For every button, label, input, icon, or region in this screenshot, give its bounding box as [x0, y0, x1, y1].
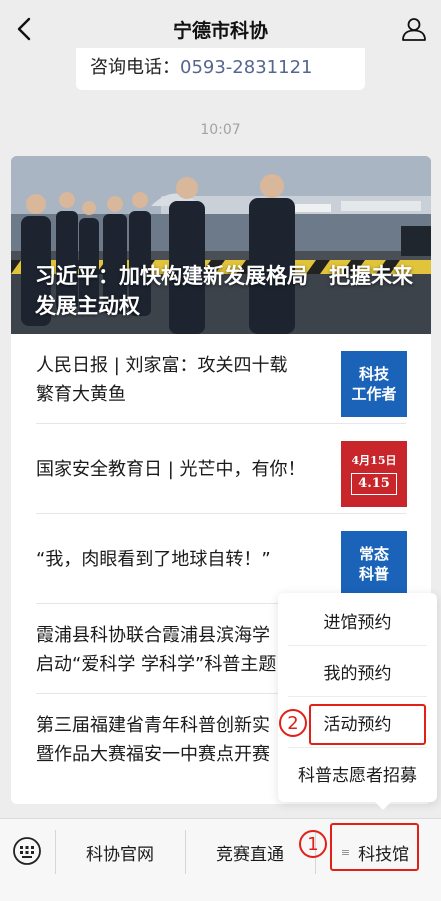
article-title-line1: 国家安全教育日 | 光芒中，有你！	[36, 459, 306, 480]
article-thumbnail: 科技 工作者	[341, 351, 407, 417]
article-title-line1: 霞浦县科协联合霞浦县滨海学	[36, 625, 270, 646]
step-2-marker: 2	[279, 709, 307, 737]
menu-item-my-bookings[interactable]: 我的预约	[288, 646, 427, 697]
article-title-line2: 繁育大黄鱼	[36, 384, 126, 405]
article-item-1[interactable]: 人民日报 | 刘家富：攻关四十载 繁育大黄鱼 科技 工作者	[36, 334, 407, 424]
thumb-text: 常态	[358, 545, 389, 563]
tab-science-association-site[interactable]: 科协官网	[56, 831, 184, 873]
consult-phone-message: 咨询电话：0593-2831121	[76, 48, 365, 90]
back-arrow-icon[interactable]	[14, 17, 36, 41]
submenu-popup: 进馆预约 我的预约 活动预约 科普志愿者招募	[278, 593, 437, 810]
article-thumbnail: 常态 科普	[341, 531, 407, 597]
article-item-2[interactable]: 国家安全教育日 | 光芒中，有你！ 4月15日 4.15	[36, 424, 407, 514]
thumb-text: 4.15	[351, 473, 397, 495]
consult-label: 咨询电话：	[90, 57, 180, 78]
hero-article[interactable]: 习近平：加快构建新发展格局 把握未来发展主动权	[11, 156, 431, 334]
thumb-text: 4月15日	[351, 454, 397, 467]
keyboard-icon[interactable]	[12, 836, 42, 866]
article-thumbnail: 4月15日 4.15	[341, 441, 407, 507]
article-title-line1: 第三届福建省青年科普创新实	[36, 715, 270, 736]
menu-item-visit-booking[interactable]: 进馆预约	[288, 595, 427, 646]
thumb-text: 工作者	[351, 385, 397, 403]
message-timestamp: 10:07	[200, 122, 241, 138]
highlight-box-activity-booking	[309, 704, 426, 745]
article-title-line1: 人民日报 | 刘家富：攻关四十载	[36, 355, 288, 376]
step-1-marker: 1	[299, 830, 327, 858]
menu-item-volunteer-recruit[interactable]: 科普志愿者招募	[288, 748, 427, 799]
consult-phone-link[interactable]: 0593-2831121	[180, 57, 312, 78]
tab-competition[interactable]: 竞赛直通	[186, 831, 314, 873]
article-title-line2: 启动“爱科学 学科学”科普主题	[36, 654, 277, 675]
highlight-box-science-museum	[330, 823, 419, 871]
article-title-line2: 暨作品大赛福安一中赛点开赛	[36, 744, 270, 765]
hero-headline: 习近平：加快构建新发展格局 把握未来发展主动权	[35, 264, 413, 318]
page-title: 宁德市科协	[172, 19, 268, 42]
article-title-line1: “我，肉眼看到了地球自转！”	[36, 549, 271, 570]
article-item-3[interactable]: “我，肉眼看到了地球自转！” 常态 科普	[36, 514, 407, 604]
thumb-text: 科普	[358, 565, 389, 583]
user-profile-icon[interactable]	[401, 16, 427, 42]
thumb-text: 科技	[358, 365, 389, 383]
